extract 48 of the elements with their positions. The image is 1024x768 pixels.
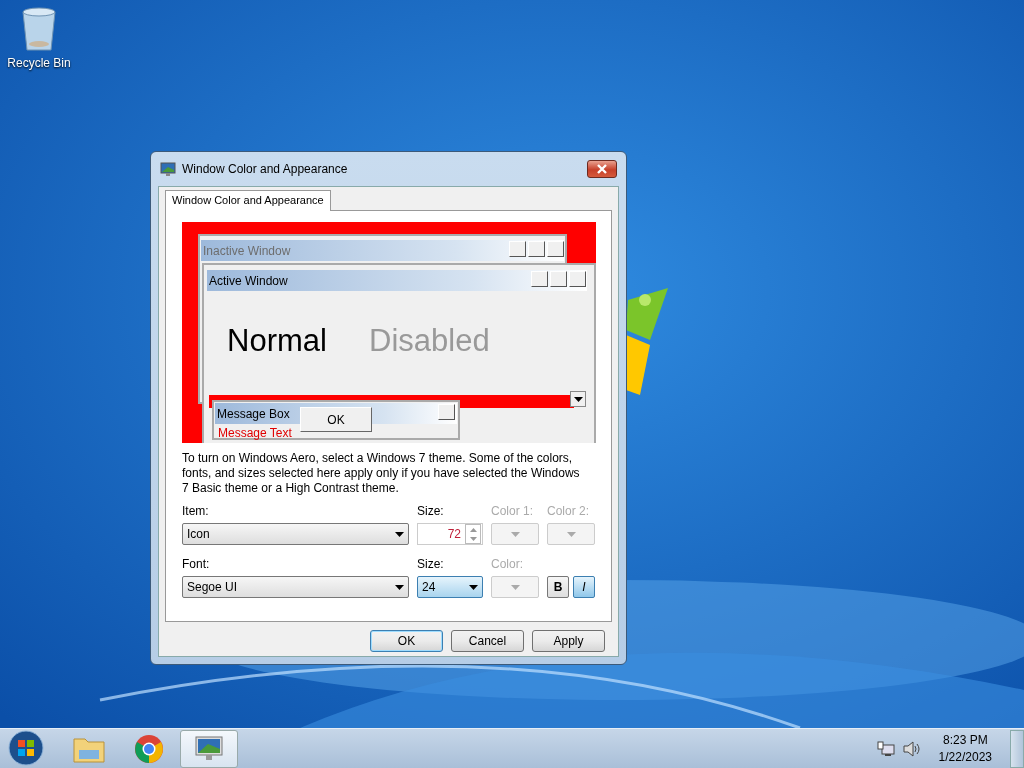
color-picker-button[interactable] (491, 576, 539, 598)
font-dropdown[interactable]: Segoe UI (182, 576, 409, 598)
description-text: To turn on Windows Aero, select a Windows 7 theme. Some of the colors, fonts, and sizes selected here apply only if you have selected the Windows 7 Basic theme or a High Contrast theme. (182, 451, 581, 496)
color-picker-button[interactable] (491, 523, 539, 545)
dialog-button[interactable]: OK (370, 630, 443, 652)
taskbar-app-button[interactable] (180, 729, 238, 768)
window-title: Window Color and Appearance (182, 162, 349, 176)
font-label: Font: (182, 557, 211, 573)
ok-button: OK (300, 407, 372, 432)
display-settings-icon (160, 161, 176, 177)
recycle-bin-icon[interactable] (21, 6, 57, 52)
dropdown-arrow-icon (510, 584, 520, 590)
color-label: Color 2: (547, 504, 591, 520)
close-button[interactable] (587, 160, 617, 178)
dialog-button[interactable]: Cancel (451, 630, 524, 652)
start-button[interactable] (6, 729, 46, 768)
dropdown-arrow-icon (469, 584, 478, 590)
start-orb-icon (8, 729, 44, 766)
monitor-icon (194, 734, 224, 763)
dialog-button[interactable]: Apply (532, 630, 605, 652)
normal-text: Normal (227, 323, 327, 359)
clock-time[interactable]: 8:23 PM (942, 731, 988, 749)
browser-icon (134, 733, 164, 764)
disabled-text: Disabled (369, 323, 490, 359)
appearance-preview[interactable]: Inactive Window Active Window Normal Disabled Message Box Message Text OK (182, 222, 596, 443)
clock-date[interactable]: 1/22/2023 (938, 748, 992, 766)
size-spinner[interactable]: 72 (417, 523, 483, 545)
speaker-icon[interactable] (902, 740, 921, 757)
color-picker-button[interactable] (547, 523, 595, 545)
color-label: Color: (491, 557, 524, 573)
color-label: Color 1: (491, 504, 535, 520)
italic-button[interactable]: I (573, 576, 595, 598)
size-label: Size: (417, 504, 445, 520)
dropdown-arrow-icon (510, 531, 520, 537)
item-label: Item: (182, 504, 210, 520)
size-label: Size: (417, 557, 445, 573)
item-dropdown[interactable]: Icon (182, 523, 409, 545)
tab[interactable]: Window Color and Appearance (165, 190, 331, 211)
active-window-title: Active Window (207, 270, 587, 291)
font-size-dropdown[interactable]: 24 (417, 576, 483, 598)
bold-button[interactable]: B (547, 576, 569, 598)
dropdown-arrow-icon (566, 531, 576, 537)
dropdown-arrow-icon (573, 396, 583, 402)
dropdown-arrow-icon (395, 531, 404, 537)
dropdown-arrow-icon (395, 584, 404, 590)
desktop-icon-label[interactable]: Recycle Bin (7, 56, 71, 70)
message-text: Message Text (218, 426, 292, 440)
network-icon[interactable] (876, 740, 895, 757)
